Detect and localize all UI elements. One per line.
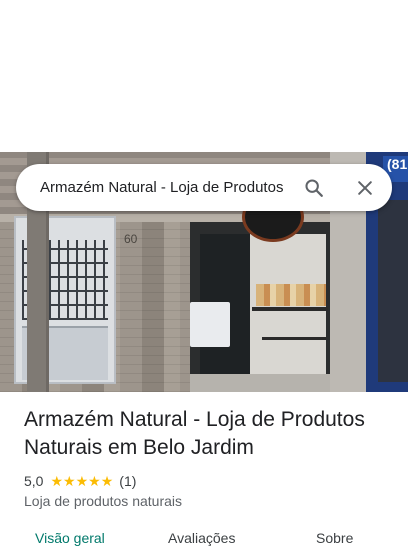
place-title: Armazém Natural - Loja de Produtos Natur…: [24, 408, 365, 459]
star-icon: ★: [50, 473, 64, 489]
review-count[interactable]: (1): [119, 473, 136, 489]
close-icon: [358, 181, 372, 195]
search-icon: [305, 179, 323, 197]
clear-search-button[interactable]: [348, 171, 382, 205]
star-icon: ★: [88, 473, 101, 489]
search-button[interactable]: [297, 171, 331, 205]
rating-stars: ★ ★ ★ ★ ★: [50, 474, 113, 488]
photo-shelf: [252, 307, 328, 311]
place-category[interactable]: Loja de produtos naturais: [24, 493, 182, 509]
photo-neighbor-window: [378, 200, 408, 382]
map-blank-area: [0, 0, 408, 152]
star-icon: ★: [63, 473, 76, 489]
search-input[interactable]: Armazém Natural - Loja de Produtos: [40, 164, 286, 211]
star-icon: ★: [75, 473, 89, 489]
place-tabs: Visão geral Avaliações Sobre: [0, 530, 408, 560]
photo-counter: [190, 302, 230, 347]
photo-house-number: 60: [124, 232, 138, 246]
rating-value: 5,0: [24, 473, 44, 489]
search-bar[interactable]: Armazém Natural - Loja de Produtos: [16, 164, 392, 211]
photo-shelf-lower: [262, 337, 326, 340]
star-icon: ★: [100, 473, 114, 489]
rating-row[interactable]: 5,0 ★ ★ ★ ★ ★ (1): [24, 472, 136, 490]
photo-shop-floor: [190, 374, 330, 392]
photo-products: [256, 284, 326, 306]
